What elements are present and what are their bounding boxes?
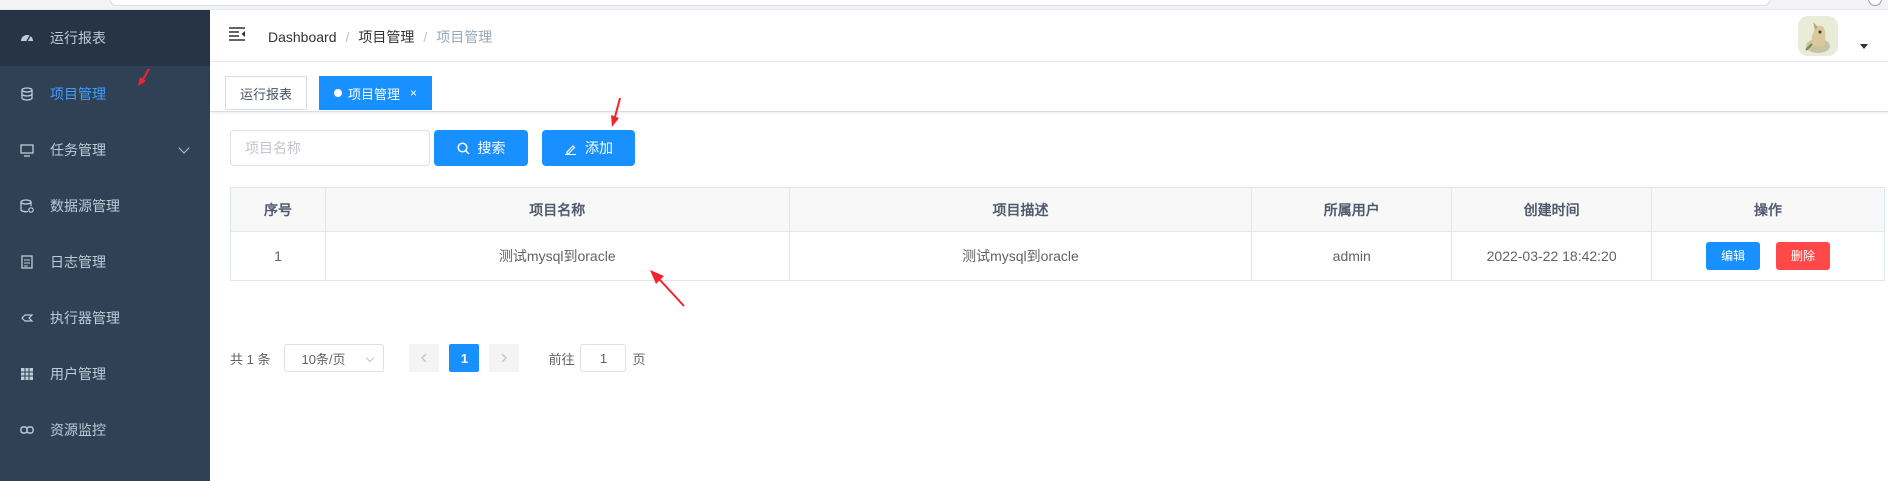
sidebar-item-label: 任务管理 (50, 142, 106, 158)
monitor-icon (20, 143, 34, 157)
search-button-label: 搜索 (477, 140, 506, 156)
cell-index: 1 (230, 231, 326, 281)
cell-project-name: 测试mysql到oracle (324, 231, 790, 281)
sidebar-item-label: 数据源管理 (50, 198, 120, 214)
edit-icon (564, 142, 577, 155)
sidebar-item-dashboard[interactable]: 运行报表 (0, 10, 210, 66)
annotation-arrow-icon (650, 270, 685, 307)
caret-down-icon[interactable] (1860, 44, 1868, 49)
active-dot-icon (334, 89, 342, 97)
column-header: 操作 (1651, 187, 1885, 232)
table-row: 1 测试mysql到oracle 测试mysql到oracle admin 20… (230, 231, 1885, 281)
link-icon (20, 423, 34, 437)
sidebar-item-label: 运行报表 (50, 30, 106, 46)
tag-label: 项目管理 (348, 86, 401, 102)
table-header-row: 序号 项目名称 项目描述 所属用户 创建时间 操作 (230, 187, 1885, 232)
main-content: 搜索 添加 序号 项目名称 项目描述 所属用户 创建时间 操作 1 测试mysq… (210, 112, 1888, 481)
page-size-value: 10条/页 (301, 351, 346, 367)
goto-prefix: 前往 (548, 351, 575, 367)
sidebar-item-label: 执行器管理 (50, 310, 120, 326)
edit-button[interactable]: 编辑 (1706, 242, 1761, 270)
add-button[interactable]: 添加 (542, 130, 635, 166)
annotation-arrow-icon (611, 97, 621, 127)
tags-view: 运行报表 项目管理 × (210, 62, 1888, 112)
table-icon (20, 367, 34, 381)
chevron-left-icon (421, 353, 427, 363)
delete-button[interactable]: 删除 (1775, 242, 1830, 270)
navbar: Dashboard / 项目管理 / 项目管理 (210, 10, 1888, 62)
sidebar-item-datasources[interactable]: 数据源管理 (0, 178, 210, 234)
chevron-right-icon (502, 353, 508, 363)
chevron-down-icon (366, 353, 375, 363)
sidebar-item-monitoring[interactable]: 资源监控 (0, 402, 210, 458)
sidebar-item-executors[interactable]: 执行器管理 (0, 290, 210, 346)
executor-icon (20, 311, 34, 325)
cell-user: admin (1251, 231, 1453, 281)
browser-profile-icon[interactable] (1868, 0, 1882, 6)
goto-suffix: 页 (632, 351, 646, 367)
breadcrumb: Dashboard / 项目管理 / 项目管理 (268, 27, 492, 47)
dashboard-icon (20, 31, 34, 45)
sidebar: 运行报表 项目管理 任务管理 数据源管理 日志管理 执行器管理 用户管理 资源监… (0, 10, 210, 481)
sidebar-item-logs[interactable]: 日志管理 (0, 234, 210, 290)
sidebar-item-label: 项目管理 (50, 86, 106, 102)
sidebar-item-users[interactable]: 用户管理 (0, 346, 210, 402)
breadcrumb-separator: / (345, 29, 350, 45)
log-icon (20, 255, 34, 269)
project-name-input[interactable] (230, 130, 430, 166)
add-button-label: 添加 (585, 140, 613, 156)
search-button[interactable]: 搜索 (434, 130, 528, 166)
prev-page-button[interactable] (409, 344, 440, 372)
page-size-select[interactable]: 10条/页 (284, 344, 385, 372)
breadcrumb-item-dashboard[interactable]: Dashboard (268, 29, 337, 45)
tag-projects[interactable]: 项目管理 × (319, 76, 433, 110)
tag-label: 运行报表 (240, 86, 293, 102)
next-page-button[interactable] (489, 344, 520, 372)
hamburger-icon[interactable] (228, 26, 246, 42)
sidebar-item-label: 资源监控 (50, 422, 106, 438)
breadcrumb-separator: / (423, 29, 428, 45)
sidebar-item-tasks[interactable]: 任务管理 (0, 122, 210, 178)
browser-address-edge (110, 0, 1770, 6)
datasource-icon (20, 199, 34, 213)
breadcrumb-item-current: 项目管理 (436, 29, 493, 45)
sidebar-item-label: 日志管理 (50, 254, 106, 270)
sidebar-item-projects[interactable]: 项目管理 (0, 66, 210, 122)
column-header: 项目名称 (324, 187, 790, 232)
tag-dashboard[interactable]: 运行报表 (225, 76, 308, 110)
sidebar-item-label: 用户管理 (50, 366, 106, 382)
column-header: 项目描述 (788, 187, 1253, 232)
goto-page: 前往 页 (548, 344, 646, 372)
browser-chrome-strip (0, 0, 1888, 10)
cell-project-description: 测试mysql到oracle (788, 231, 1253, 281)
breadcrumb-item-projects[interactable]: 项目管理 (358, 27, 414, 47)
cell-actions: 编辑 删除 (1651, 231, 1885, 281)
column-header: 所属用户 (1251, 187, 1453, 232)
chevron-down-icon (178, 142, 190, 154)
pagination-total: 共 1 条 (230, 351, 271, 367)
page-number-current[interactable]: 1 (449, 344, 480, 372)
avatar[interactable] (1798, 16, 1838, 56)
annotation-arrow-icon (138, 68, 150, 86)
close-icon[interactable]: × (410, 86, 417, 100)
projects-table: 序号 项目名称 项目描述 所属用户 创建时间 操作 1 测试mysql到orac… (230, 187, 1885, 281)
database-icon (20, 87, 34, 101)
cell-created-time: 2022-03-22 18:42:20 (1451, 231, 1653, 281)
pagination: 共 1 条 10条/页 1 前往 页 (230, 344, 646, 372)
column-header: 创建时间 (1451, 187, 1653, 232)
goto-page-input[interactable] (580, 344, 627, 372)
search-icon (456, 141, 470, 155)
column-header: 序号 (230, 187, 326, 232)
